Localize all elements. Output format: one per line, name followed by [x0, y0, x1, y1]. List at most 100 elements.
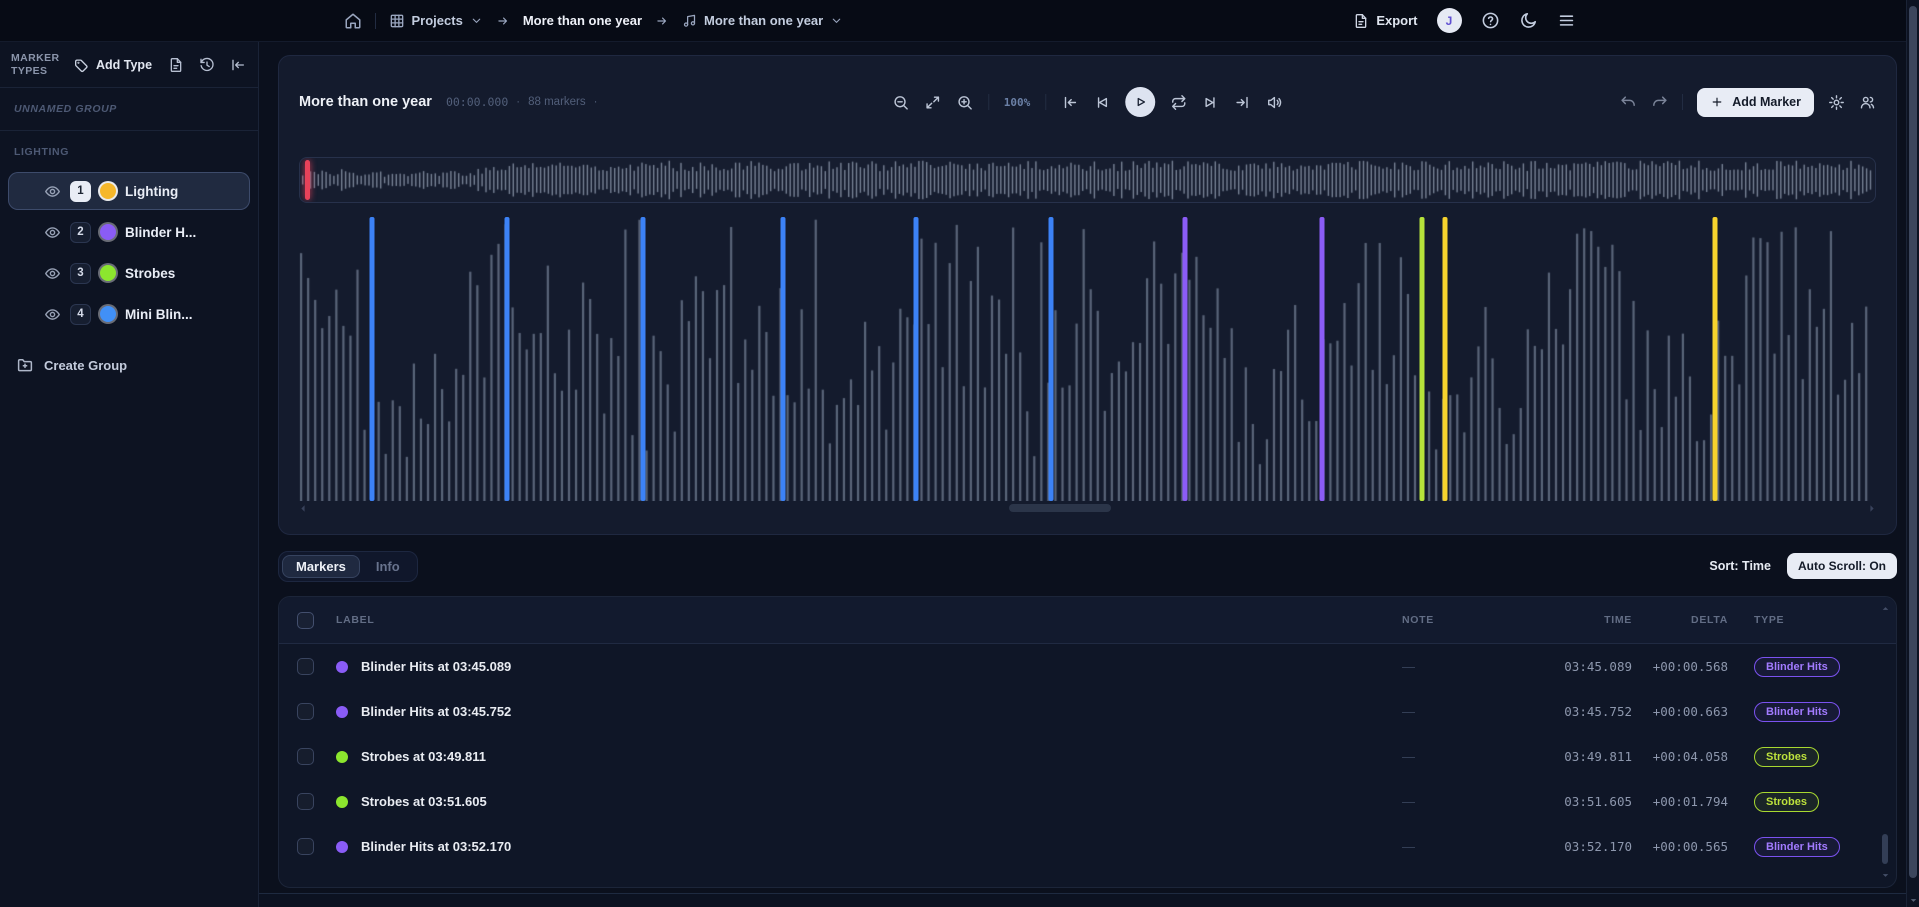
help-icon[interactable]: [1481, 11, 1500, 30]
marker-type-list: 1Lighting2Blinder H...3Strobes4Mini Blin…: [0, 165, 258, 336]
undo-icon[interactable]: [1620, 94, 1637, 111]
waveform-marker[interactable]: [1443, 217, 1448, 501]
meta-separator: ·: [594, 96, 598, 108]
marker-type-color-dot[interactable]: [100, 306, 116, 322]
waveform-hscrollbar: [299, 501, 1876, 517]
home-icon[interactable]: [344, 12, 362, 30]
add-type-button[interactable]: Add Type: [73, 57, 152, 73]
create-group-button[interactable]: Create Group: [16, 356, 258, 374]
fit-view-icon[interactable]: [924, 94, 941, 111]
row-checkbox[interactable]: [297, 658, 314, 675]
add-marker-button[interactable]: Add Marker: [1697, 88, 1814, 117]
history-icon[interactable]: [199, 57, 215, 73]
table-row[interactable]: Strobes at 03:51.605—03:51.605+00:01.794…: [279, 779, 1896, 824]
breadcrumb-project-name[interactable]: More than one year: [523, 13, 642, 28]
export-button[interactable]: Export: [1353, 13, 1417, 29]
page-scroll-down-icon[interactable]: [1908, 895, 1919, 906]
waveform-marker[interactable]: [369, 217, 374, 501]
marker-type-color-dot[interactable]: [100, 183, 116, 199]
zoom-in-icon[interactable]: [956, 94, 973, 111]
play-button[interactable]: [1125, 87, 1155, 117]
waveform-marker[interactable]: [1320, 217, 1325, 501]
collapse-sidebar-icon[interactable]: [230, 57, 246, 73]
volume-icon[interactable]: [1266, 94, 1283, 111]
col-type: TYPE: [1728, 614, 1878, 626]
scroll-down-icon[interactable]: [1880, 870, 1891, 881]
skip-to-start-icon[interactable]: [1061, 94, 1078, 111]
select-all-checkbox[interactable]: [297, 612, 314, 629]
waveform-marker[interactable]: [505, 217, 510, 501]
menu-icon[interactable]: [1557, 11, 1576, 30]
hscroll-thumb[interactable]: [1009, 504, 1111, 512]
zoom-out-icon[interactable]: [892, 94, 909, 111]
eye-icon[interactable]: [44, 265, 61, 282]
row-checkbox[interactable]: [297, 793, 314, 810]
eye-icon[interactable]: [44, 224, 61, 241]
type-badge[interactable]: Blinder Hits: [1754, 702, 1840, 722]
auto-scroll-toggle[interactable]: Auto Scroll: On: [1787, 553, 1897, 579]
avatar[interactable]: J: [1437, 8, 1462, 33]
waveform-marker[interactable]: [1419, 217, 1424, 501]
playhead[interactable]: [305, 160, 310, 200]
waveform-marker[interactable]: [1049, 217, 1054, 501]
gear-icon[interactable]: [1828, 94, 1845, 111]
table-row[interactable]: Blinder Hits at 03:52.170—03:52.170+00:0…: [279, 824, 1896, 869]
type-badge[interactable]: Strobes: [1754, 792, 1819, 812]
eye-icon[interactable]: [44, 306, 61, 323]
table-scroll-thumb[interactable]: [1882, 834, 1888, 864]
next-marker-icon[interactable]: [1202, 94, 1219, 111]
marker-color-dot: [336, 706, 348, 718]
scroll-right-icon[interactable]: [1865, 502, 1878, 515]
scroll-up-icon[interactable]: [1880, 603, 1891, 614]
page-scroll-thumb[interactable]: [1909, 6, 1917, 878]
waveform-marker[interactable]: [640, 217, 645, 501]
type-badge[interactable]: Blinder Hits: [1754, 657, 1840, 677]
waveform-minimap[interactable]: [299, 157, 1876, 203]
breadcrumb-arrow-icon: [496, 14, 510, 28]
type-badge[interactable]: Strobes: [1754, 747, 1819, 767]
marker-type-item[interactable]: 2Blinder H...: [8, 213, 250, 251]
scroll-left-icon[interactable]: [297, 502, 310, 515]
marker-time: 03:45.089: [1462, 659, 1632, 674]
minimap-canvas[interactable]: [300, 158, 1875, 202]
col-time: TIME: [1462, 614, 1632, 626]
waveform-marker[interactable]: [781, 217, 786, 501]
redo-icon[interactable]: [1651, 94, 1668, 111]
users-icon[interactable]: [1859, 94, 1876, 111]
breadcrumb-projects[interactable]: Projects: [389, 13, 483, 29]
waveform-canvas[interactable]: [299, 215, 1876, 501]
waveform-marker[interactable]: [1183, 217, 1188, 501]
sort-button[interactable]: Sort: Time: [1709, 559, 1771, 573]
waveform-marker[interactable]: [1713, 217, 1718, 501]
marker-type-number: 3: [70, 263, 91, 284]
marker-type-color-dot[interactable]: [100, 224, 116, 240]
table-row[interactable]: Blinder Hits at 03:45.752—03:45.752+00:0…: [279, 689, 1896, 734]
topbar-actions: Export J: [1353, 8, 1575, 33]
waveform-view[interactable]: [299, 215, 1876, 501]
skip-to-end-icon[interactable]: [1234, 94, 1251, 111]
breadcrumb-track[interactable]: More than one year: [682, 13, 843, 28]
tab-info[interactable]: Info: [362, 555, 414, 578]
row-checkbox[interactable]: [297, 748, 314, 765]
loop-icon[interactable]: [1170, 94, 1187, 111]
row-checkbox[interactable]: [297, 838, 314, 855]
sidebar-header: MARKER TYPES Add Type: [0, 42, 258, 88]
eye-icon[interactable]: [44, 183, 61, 200]
tab-markers[interactable]: Markers: [282, 555, 360, 578]
marker-type-item[interactable]: 1Lighting: [8, 172, 250, 210]
marker-type-item[interactable]: 3Strobes: [8, 254, 250, 292]
table-row[interactable]: Blinder Hits at 03:45.089—03:45.089+00:0…: [279, 644, 1896, 689]
row-checkbox[interactable]: [297, 703, 314, 720]
previous-marker-icon[interactable]: [1093, 94, 1110, 111]
table-row[interactable]: Strobes at 03:49.811—03:49.811+00:04.058…: [279, 734, 1896, 779]
notes-icon[interactable]: [168, 57, 184, 73]
marker-type-color-dot[interactable]: [100, 265, 116, 281]
marker-color-dot: [336, 841, 348, 853]
table-body: Blinder Hits at 03:45.089—03:45.089+00:0…: [279, 644, 1896, 869]
playback-time: 00:00.000: [446, 95, 508, 109]
marker-type-item[interactable]: 4Mini Blin...: [8, 295, 250, 333]
moon-icon[interactable]: [1519, 11, 1538, 30]
type-badge[interactable]: Blinder Hits: [1754, 837, 1840, 857]
waveform-marker[interactable]: [913, 217, 918, 501]
marker-note: —: [1402, 839, 1462, 854]
